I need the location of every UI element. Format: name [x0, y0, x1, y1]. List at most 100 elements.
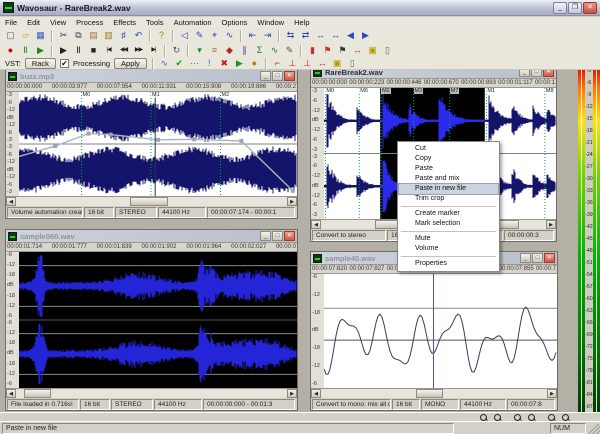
- menu-item-options[interactable]: Options: [217, 17, 253, 28]
- expand-left-icon[interactable]: ⇤: [246, 29, 259, 42]
- spectrum-icon[interactable]: ∿: [268, 44, 281, 57]
- stretch-icon[interactable]: ↔: [316, 57, 329, 70]
- child-window-buzz[interactable]: buzz.mp3_□✕00:00:00:00000:00:03:97700:00…: [5, 69, 298, 219]
- bell-icon[interactable]: ●: [248, 57, 261, 70]
- marker-list-icon[interactable]: ≡: [208, 44, 221, 57]
- context-item-cut[interactable]: Cut: [399, 144, 498, 154]
- go-start-icon[interactable]: |◀: [102, 44, 115, 57]
- context-item-copy[interactable]: Copy: [399, 154, 498, 164]
- lock-2-icon[interactable]: ▣: [331, 57, 344, 70]
- play-automation-icon[interactable]: ▶: [233, 57, 246, 70]
- save-icon[interactable]: ▦: [34, 29, 47, 42]
- punch-icon[interactable]: ▮: [306, 44, 319, 57]
- pause-icon[interactable]: Ⅱ: [72, 44, 85, 57]
- shift-left-icon[interactable]: ⇆: [284, 29, 297, 42]
- context-item-mark-selection[interactable]: Mark selection: [399, 219, 498, 229]
- grow-selection-icon[interactable]: ↔: [329, 29, 342, 42]
- speaker-icon[interactable]: ◁: [178, 29, 191, 42]
- time-ruler[interactable]: 00:00:01:71400:00:01:77700:00:01:83900:0…: [6, 243, 297, 252]
- processing-checkbox[interactable]: ✔: [60, 59, 69, 68]
- child-restore-button[interactable]: □: [272, 71, 283, 81]
- pause-record-icon[interactable]: Ⅱ: [19, 44, 32, 57]
- new-icon[interactable]: ▢: [4, 29, 17, 42]
- scrollbar-thumb[interactable]: [24, 389, 51, 398]
- anchor-b-icon[interactable]: ⊥: [301, 57, 314, 70]
- time-ruler[interactable]: 00:00:00:00000:00:00:22300:00:00:44600:0…: [311, 79, 556, 88]
- titlebar[interactable]: Wavosaur - RareBreak2.wav _ ❐ ✕: [0, 0, 600, 16]
- child-titlebar[interactable]: sample060.wav_□✕: [6, 230, 297, 243]
- menu-item-help[interactable]: Help: [289, 17, 314, 28]
- cut-icon[interactable]: ✂: [57, 29, 70, 42]
- context-item-paste[interactable]: Paste: [399, 164, 498, 174]
- play-icon[interactable]: ▶: [57, 44, 70, 57]
- menu-item-tools[interactable]: Tools: [141, 17, 169, 28]
- rack-button[interactable]: Rack: [25, 58, 56, 69]
- menu-item-process[interactable]: Process: [71, 17, 108, 28]
- child-close-button[interactable]: ✕: [544, 253, 555, 263]
- validate-icon[interactable]: ✔: [173, 57, 186, 70]
- undo-icon[interactable]: ↶: [132, 29, 145, 42]
- horizontal-scrollbar[interactable]: ◀▶: [311, 388, 557, 398]
- menu-item-window[interactable]: Window: [252, 17, 289, 28]
- child-titlebar[interactable]: buzz.mp3_□✕: [6, 70, 297, 83]
- trash-2-icon[interactable]: ▯: [346, 57, 359, 70]
- loop-icon[interactable]: ↻: [170, 44, 183, 57]
- close-button[interactable]: ✕: [583, 2, 597, 14]
- draw-icon[interactable]: ✎: [193, 29, 206, 42]
- context-item-paste-in-new-file[interactable]: Paste in new file: [399, 184, 498, 194]
- resize-grip[interactable]: [589, 424, 600, 434]
- scroll-right-arrow[interactable]: ▶: [546, 220, 556, 229]
- forward-icon[interactable]: ▶▶: [132, 44, 145, 57]
- scroll-left-arrow[interactable]: ◀: [6, 197, 16, 206]
- marker-add-icon[interactable]: ▾: [193, 44, 206, 57]
- child-minimize-button[interactable]: _: [260, 231, 271, 241]
- paste-special-icon[interactable]: ▥: [102, 29, 115, 42]
- play-selection-icon[interactable]: ▶: [34, 44, 47, 57]
- scrollbar-thumb[interactable]: [130, 197, 168, 206]
- menu-item-effects[interactable]: Effects: [108, 17, 141, 28]
- shrink-selection-icon[interactable]: ↔: [314, 29, 327, 42]
- scroll-right-arrow[interactable]: ▶: [287, 389, 297, 398]
- shift-right-icon[interactable]: ⇄: [299, 29, 312, 42]
- anchor-a-icon[interactable]: ⊥: [286, 57, 299, 70]
- horizontal-scrollbar[interactable]: ◀▶: [6, 196, 297, 206]
- rewind-icon[interactable]: ◀◀: [117, 44, 130, 57]
- child-window-sample060[interactable]: sample060.wav_□✕00:00:01:71400:00:01:777…: [5, 229, 298, 411]
- context-item-create-marker[interactable]: Create marker: [399, 209, 498, 219]
- trash-icon[interactable]: ▯: [381, 44, 394, 57]
- child-restore-button[interactable]: □: [532, 253, 543, 263]
- scroll-left-arrow[interactable]: ◀: [6, 389, 16, 398]
- expand-right-icon[interactable]: ⇥: [261, 29, 274, 42]
- dashes-icon[interactable]: ⋯: [188, 57, 201, 70]
- context-item-mute[interactable]: Mute: [399, 234, 498, 244]
- marker-delete-icon[interactable]: ◆: [223, 44, 236, 57]
- wave-tool-icon[interactable]: ∿: [223, 29, 236, 42]
- flag-start-icon[interactable]: ⚑: [321, 44, 334, 57]
- sync-icon[interactable]: ↔: [351, 44, 364, 57]
- child-close-button[interactable]: ✕: [284, 71, 295, 81]
- menu-item-edit[interactable]: Edit: [22, 17, 45, 28]
- sharp-icon[interactable]: ♯: [117, 29, 130, 42]
- scroll-left-arrow[interactable]: ◀: [311, 220, 321, 229]
- scrollbar-track[interactable]: [321, 389, 547, 398]
- apply-button[interactable]: Apply: [114, 58, 147, 69]
- waveform-display[interactable]: [324, 274, 557, 388]
- child-restore-button[interactable]: □: [272, 231, 283, 241]
- corner-tool-icon[interactable]: ⌐: [271, 57, 284, 70]
- minimize-button[interactable]: _: [553, 2, 567, 14]
- scroll-left-arrow[interactable]: ◀: [311, 389, 321, 398]
- menu-item-automation[interactable]: Automation: [169, 17, 217, 28]
- child-minimize-button[interactable]: _: [260, 71, 271, 81]
- waveform-display[interactable]: [19, 252, 297, 388]
- waveform-display[interactable]: M0M1M2: [19, 92, 297, 196]
- clear-automation-icon[interactable]: ✖: [218, 57, 231, 70]
- context-item-volume[interactable]: Volume: [399, 244, 498, 254]
- child-minimize-button[interactable]: _: [520, 253, 531, 263]
- child-window-sample40[interactable]: sample40.wav_□✕00:00:07:82000:00:07:8270…: [310, 251, 558, 411]
- context-item-paste-and-mix[interactable]: Paste and mix: [399, 174, 498, 184]
- next-region-icon[interactable]: ▶: [359, 29, 372, 42]
- statistics-icon[interactable]: Σ: [253, 44, 266, 57]
- paste-icon[interactable]: ▤: [87, 29, 100, 42]
- context-item-properties[interactable]: Properties: [399, 259, 498, 269]
- scroll-right-arrow[interactable]: ▶: [547, 389, 557, 398]
